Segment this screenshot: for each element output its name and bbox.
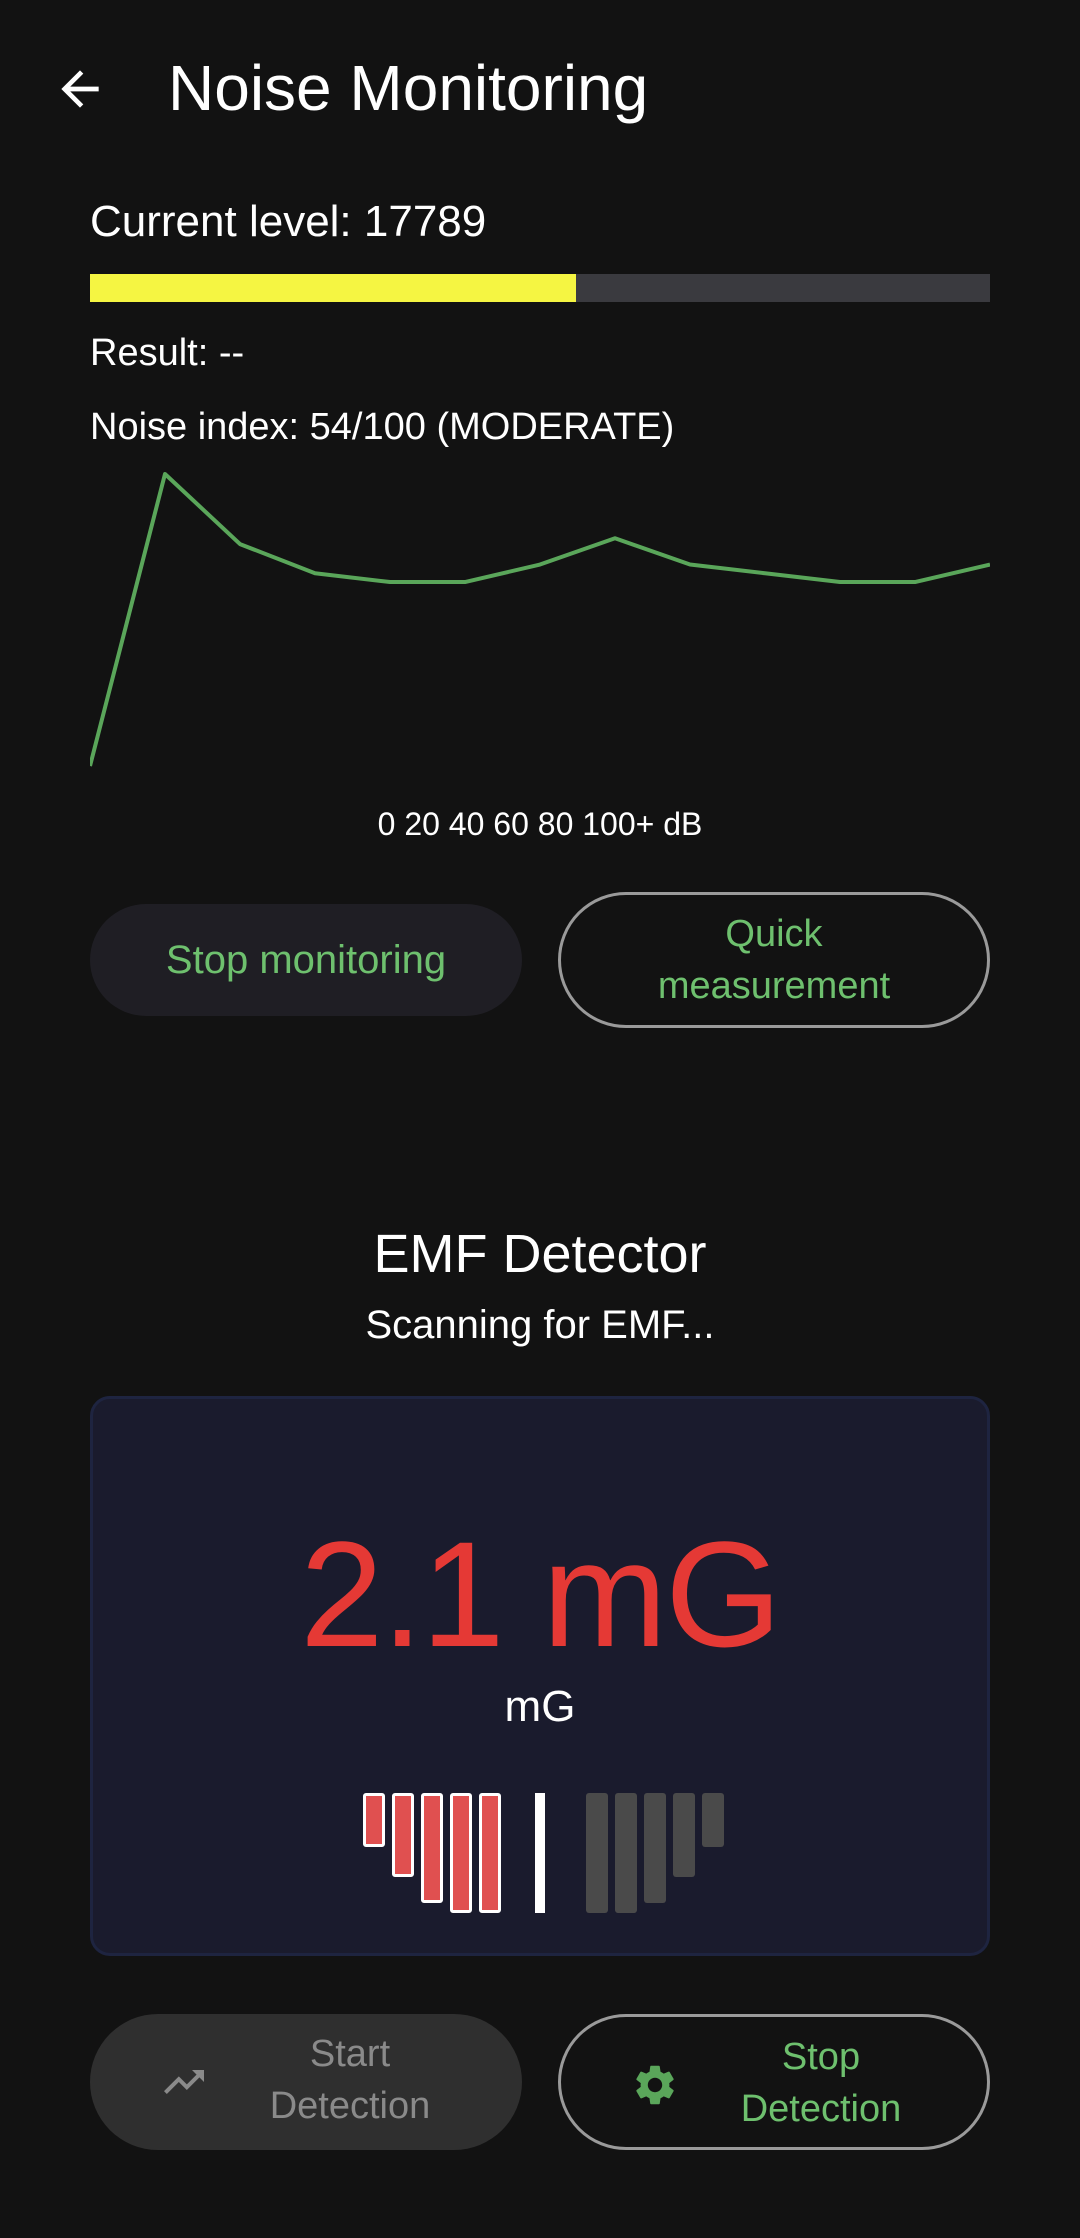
meter-bar-5	[479, 1793, 501, 1913]
meter-bar-7	[615, 1793, 637, 1913]
stop-monitoring-label: Stop monitoring	[165, 937, 447, 982]
meter-bar-10	[702, 1793, 724, 1847]
db-scale-label: 0 20 40 60 80 100+ dB	[377, 806, 703, 842]
meter-bar-3	[421, 1793, 443, 1903]
app-bar: Noise Monitoring	[0, 0, 1080, 176]
meter-bar-6	[586, 1793, 608, 1913]
noise-series-line	[90, 472, 990, 767]
emf-level-meter	[93, 1399, 987, 1953]
meter-bar-4	[450, 1793, 472, 1913]
level-progress-bar	[90, 274, 990, 302]
quick-measurement-label: Quick measurement	[657, 913, 891, 1007]
stop-monitoring-button[interactable]: Stop monitoring	[90, 904, 522, 1016]
meter-indicator	[535, 1793, 545, 1913]
current-level-text: Current level: 17789	[90, 197, 487, 246]
stop-detection-label: Stop Detection	[740, 2036, 902, 2130]
level-progress-fill	[90, 274, 576, 302]
meter-bar-9	[673, 1793, 695, 1877]
gear-icon	[636, 2065, 674, 2105]
result-text: Result: --	[90, 332, 245, 374]
emf-status: Scanning for EMF...	[365, 1303, 715, 1347]
start-detection-label: Start Detection	[269, 2033, 431, 2127]
back-button[interactable]	[40, 44, 120, 134]
noise-history-chart	[90, 472, 990, 767]
meter-bar-8	[644, 1793, 666, 1903]
emf-title: EMF Detector	[373, 1224, 707, 1284]
emf-reading-card: 2.1 mG mG	[90, 1396, 990, 1956]
start-detection-button[interactable]: Start Detection	[90, 2014, 522, 2150]
page-title: Noise Monitoring	[168, 52, 649, 124]
meter-bar-2	[392, 1793, 414, 1877]
stop-detection-button[interactable]: Stop Detection	[558, 2014, 990, 2150]
arrow-back-icon	[61, 70, 99, 108]
meter-bar-1	[363, 1793, 385, 1847]
trending-up-icon	[164, 2070, 204, 2094]
noise-index-text: Noise index: 54/100 (MODERATE)	[90, 406, 675, 448]
quick-measurement-button[interactable]: Quick measurement	[558, 892, 990, 1028]
